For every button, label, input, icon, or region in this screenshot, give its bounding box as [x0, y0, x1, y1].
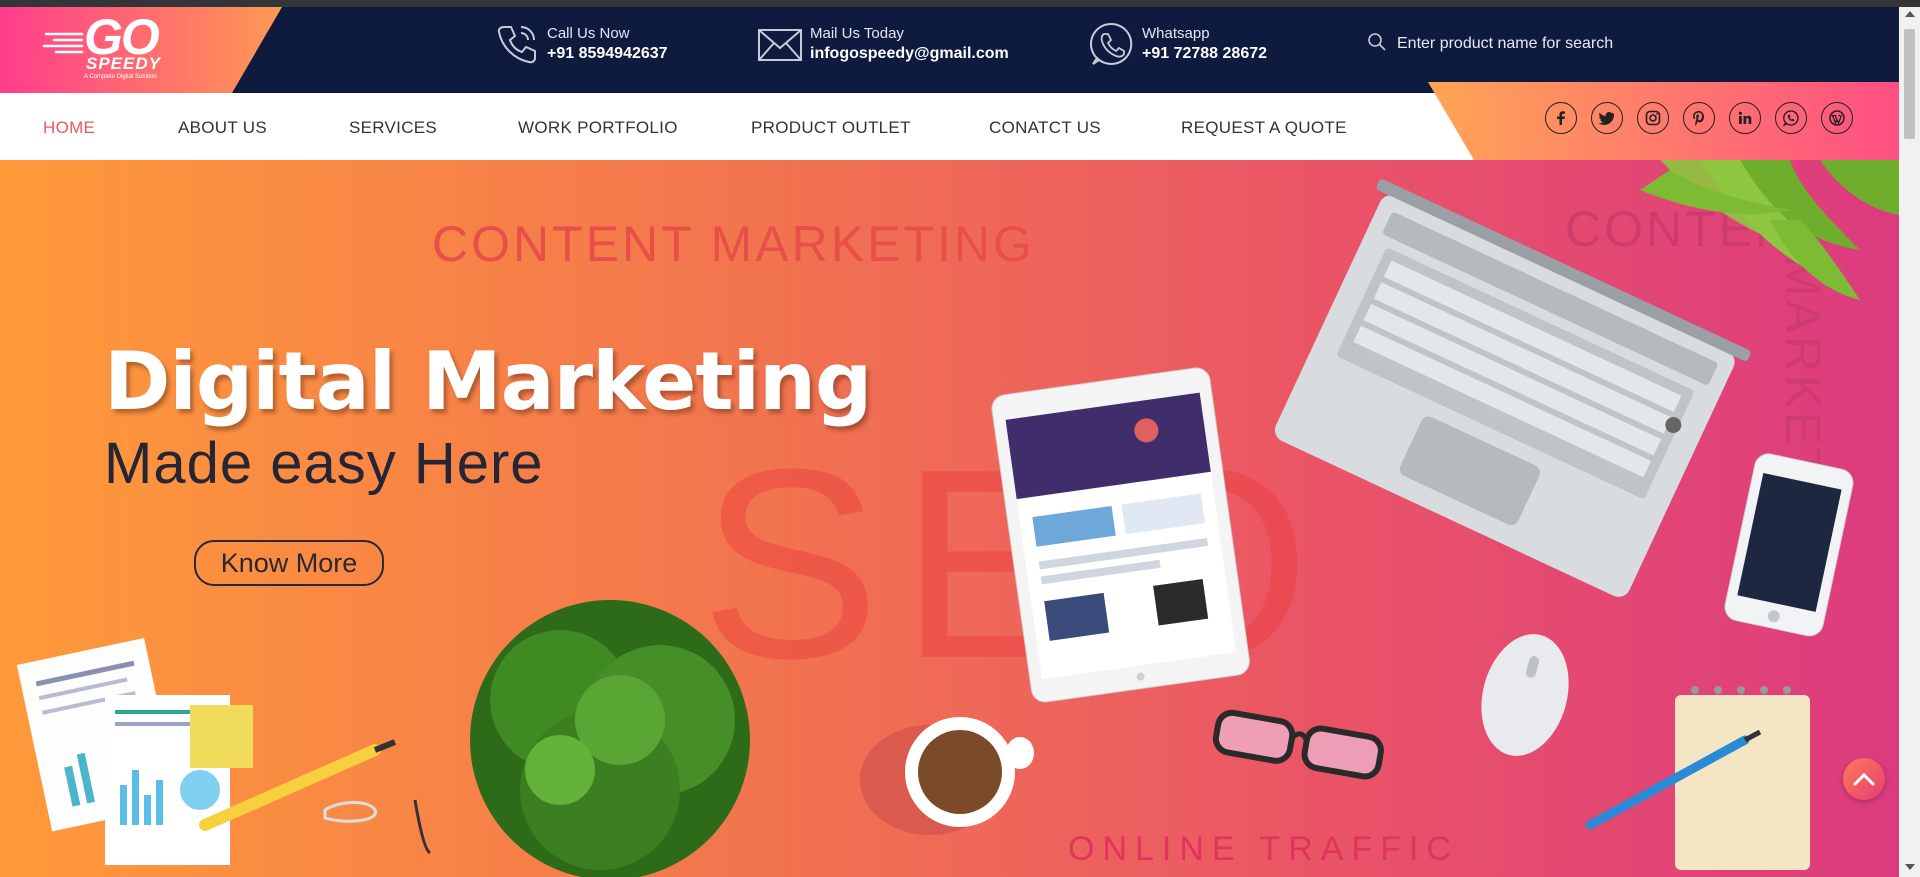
laptop-image: [1274, 179, 1751, 597]
mouse-image: [1481, 634, 1569, 756]
logo-text-speedy: SPEEDY: [86, 54, 161, 73]
contact-phone-value[interactable]: +91 8594942637: [547, 45, 668, 63]
logo-tagline: A Complete Digital Solution: [84, 74, 157, 80]
notebook-image: [1585, 686, 1810, 870]
whatsapp-icon: [1089, 22, 1133, 65]
logo[interactable]: GO SPEEDY A Complete Digital Solution: [42, 9, 192, 84]
mail-icon: [758, 29, 802, 61]
search-icon[interactable]: [1367, 32, 1387, 52]
pinterest-icon[interactable]: [1683, 102, 1715, 134]
chevron-up-icon: [1853, 772, 1875, 786]
documents-image: [16, 638, 432, 865]
nav-home[interactable]: HOME: [43, 118, 95, 138]
scroll-down-arrow-icon[interactable]: [1905, 864, 1915, 870]
know-more-button[interactable]: Know More: [194, 540, 384, 586]
scroll-to-top-button[interactable]: [1843, 758, 1885, 800]
scroll-thumb[interactable]: [1904, 29, 1915, 139]
contact-whatsapp-label: Whatsapp: [1142, 25, 1210, 42]
contact-mail-label: Mail Us Today: [810, 25, 904, 42]
browser-chrome-strip: [0, 0, 1920, 7]
hero-subtitle: Made easy Here: [104, 431, 544, 496]
wordpress-icon[interactable]: [1821, 102, 1853, 134]
phone-icon: [497, 26, 536, 64]
nav-work-portfolio[interactable]: WORK PORTFOLIO: [518, 118, 678, 138]
palm-leaf-image: [1640, 160, 1899, 300]
instagram-icon[interactable]: [1637, 102, 1669, 134]
contact-whatsapp-value[interactable]: +91 72788 28672: [1142, 45, 1267, 63]
phone-image: [1724, 453, 1854, 637]
nav-request-a-quote[interactable]: REQUEST A QUOTE: [1181, 118, 1347, 138]
nav-product-outlet[interactable]: PRODUCT OUTLET: [751, 118, 911, 138]
contact-mail-value[interactable]: infogospeedy@gmail.com: [810, 45, 1009, 63]
nav-contact-us[interactable]: CONATCT US: [989, 118, 1101, 138]
plant-image: [470, 600, 750, 877]
whatsapp-social-icon[interactable]: [1775, 102, 1807, 134]
glasses-image: [1212, 709, 1384, 780]
page-scrollbar[interactable]: [1899, 7, 1920, 877]
hero-banner: CONTENT MARKETING CONTENT MARKETING SEO …: [0, 160, 1899, 877]
hero-title: Digital Marketing: [104, 335, 872, 428]
tablet-image: [991, 367, 1250, 703]
search-box[interactable]: [1367, 30, 1657, 60]
speed-lines-icon: [42, 32, 84, 54]
linkedin-icon[interactable]: [1729, 102, 1761, 134]
search-input[interactable]: [1397, 30, 1617, 58]
twitter-icon[interactable]: [1591, 102, 1623, 134]
nav-services[interactable]: SERVICES: [349, 118, 437, 138]
scroll-up-arrow-icon[interactable]: [1905, 11, 1915, 17]
nav-about-us[interactable]: ABOUT US: [178, 118, 267, 138]
facebook-icon[interactable]: [1545, 102, 1577, 134]
hero-illustration: [16, 160, 1899, 877]
coffee-cup-image: [860, 717, 1034, 835]
contact-phone-label: Call Us Now: [547, 25, 630, 42]
